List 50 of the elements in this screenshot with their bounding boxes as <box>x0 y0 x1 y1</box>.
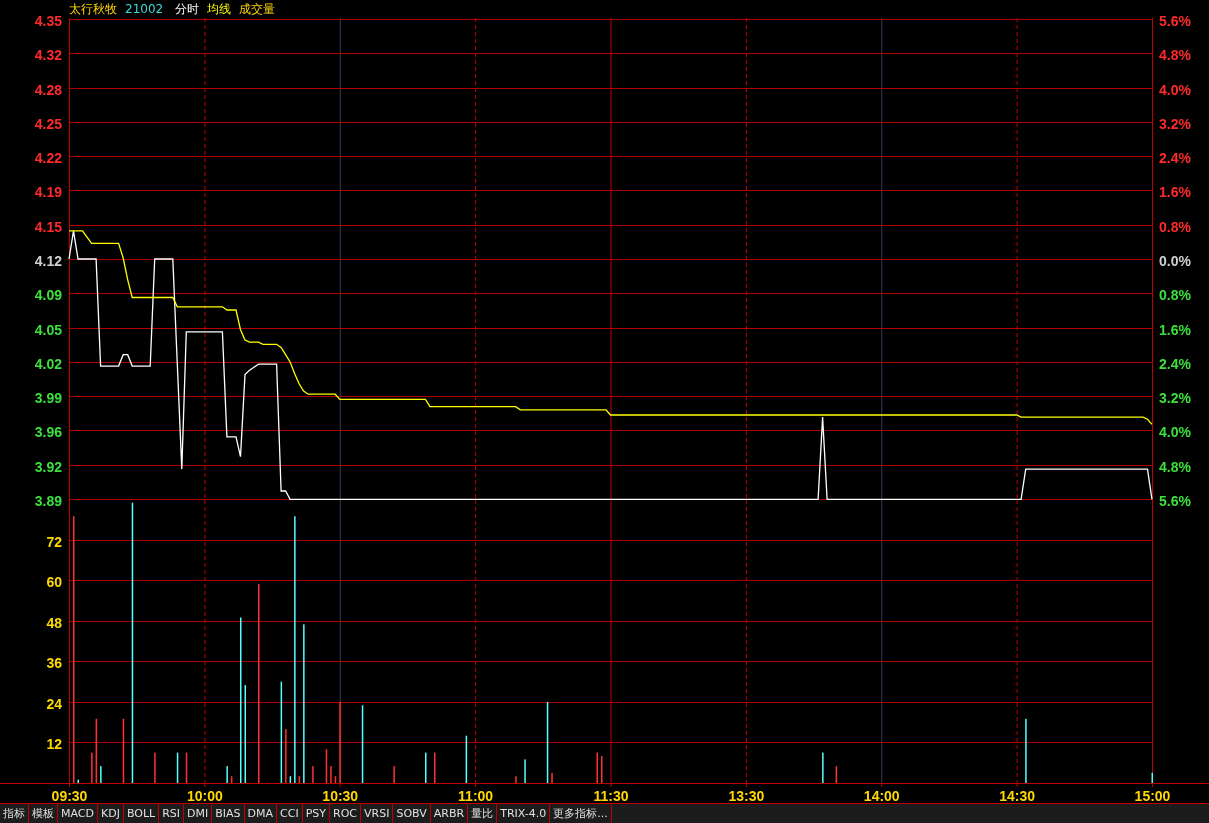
price-axis-label: 4.19 <box>34 183 62 200</box>
time-axis-label: 13:30 <box>728 788 765 804</box>
time-axis-label: 10:30 <box>322 788 359 804</box>
time-axis-label: 14:00 <box>863 788 900 804</box>
percent-axis-label: 4.0% <box>1159 81 1191 98</box>
price-axis-label: 4.32 <box>34 46 62 63</box>
price-axis-label: 4.35 <box>34 12 62 29</box>
volume-axis-label: 72 <box>46 533 62 550</box>
time-axis-label: 15:00 <box>1134 788 1171 804</box>
price-axis-label: 4.25 <box>34 115 62 132</box>
percent-axis-label: 3.2% <box>1159 389 1191 406</box>
legend-label: 均线 <box>207 2 232 16</box>
price-axis-label: 4.09 <box>34 286 62 303</box>
percent-axis-label: 5.6% <box>1159 12 1191 29</box>
volume-axis-label: 60 <box>46 573 62 590</box>
volume-axis-label: 24 <box>46 695 62 712</box>
price-axis-label: 4.12 <box>34 252 62 269</box>
percent-axis-label: 5.6% <box>1159 492 1191 509</box>
percent-axis-label: 0.8% <box>1159 218 1191 235</box>
percent-axis-label: 4.0% <box>1159 423 1191 440</box>
time-axis-label: 09:30 <box>51 788 88 804</box>
percent-axis-label: 3.2% <box>1159 115 1191 132</box>
price-axis-label: 3.99 <box>34 389 62 406</box>
time-axis-label: 10:00 <box>186 788 223 804</box>
stock-name: 太行秋牧 <box>69 2 117 16</box>
chart-title: 成交量 <box>239 2 276 16</box>
price-axis-label: 4.05 <box>34 321 62 338</box>
price-axis-label: 3.96 <box>34 423 62 440</box>
price-axis-label: 4.28 <box>34 81 62 98</box>
stock-code: 21002 <box>125 2 164 16</box>
price-axis-label: 3.92 <box>34 458 62 475</box>
time-axis-label: 14:30 <box>999 788 1036 804</box>
legend-label: 分时 <box>175 2 200 16</box>
percent-axis-label: 4.8% <box>1159 46 1191 63</box>
percent-axis-label: 1.6% <box>1159 321 1191 338</box>
percent-axis-label: 4.8% <box>1159 458 1191 475</box>
percent-axis-label: 1.6% <box>1159 183 1191 200</box>
percent-axis-label: 0.0% <box>1159 252 1191 269</box>
volume-axis-label: 36 <box>46 654 62 671</box>
percent-axis-label: 2.4% <box>1159 149 1191 166</box>
volume-axis-label: 48 <box>46 614 62 631</box>
time-axis-label: 11:30 <box>593 788 629 804</box>
percent-axis-label: 0.8% <box>1159 286 1191 303</box>
price-axis-label: 4.02 <box>34 355 62 372</box>
price-axis-label: 4.15 <box>34 218 62 235</box>
volume-axis-label: 12 <box>46 735 62 752</box>
time-axis-label: 11:00 <box>458 788 494 804</box>
percent-axis-label: 2.4% <box>1159 355 1191 372</box>
price-axis-label: 3.89 <box>34 492 62 509</box>
price-axis-label: 4.22 <box>34 149 62 166</box>
